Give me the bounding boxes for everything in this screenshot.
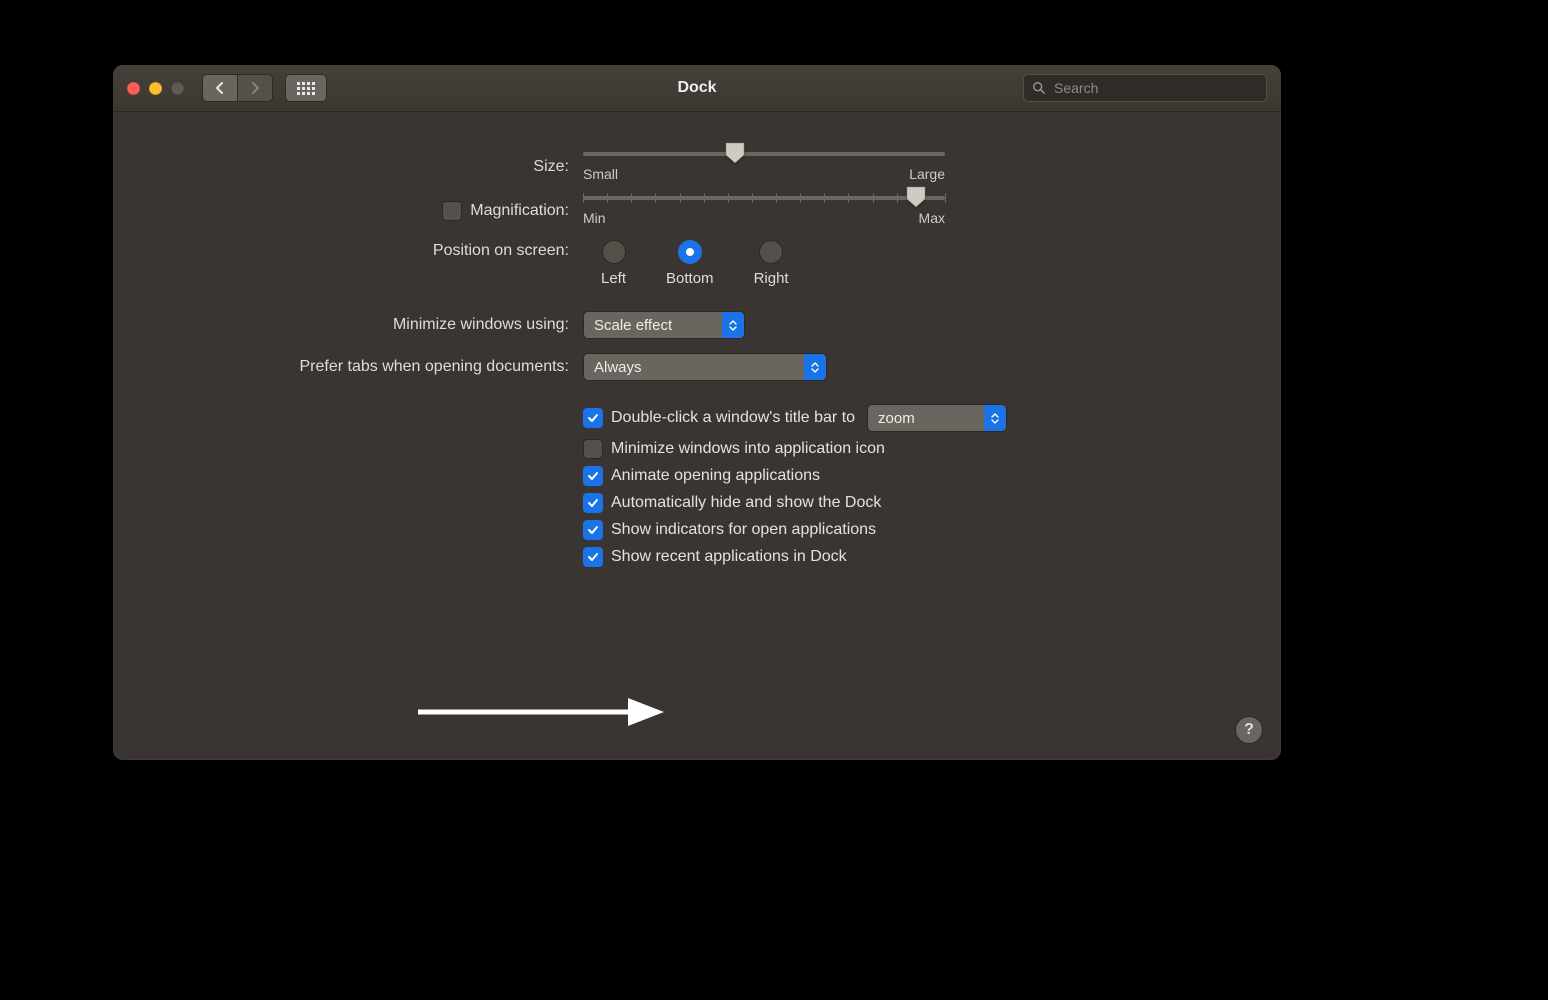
animate-row: Animate opening applications bbox=[583, 466, 1201, 486]
minimize-effect-value: Scale effect bbox=[594, 317, 672, 334]
search-field[interactable] bbox=[1023, 74, 1267, 102]
recent-checkbox[interactable] bbox=[583, 547, 603, 567]
close-window-button[interactable] bbox=[127, 82, 140, 95]
indicators-label: Show indicators for open applications bbox=[611, 521, 876, 539]
window-controls bbox=[127, 82, 184, 95]
magnification-slider-labels: Min Max bbox=[583, 210, 945, 226]
position-left-radio[interactable] bbox=[602, 240, 626, 264]
minimize-window-button[interactable] bbox=[149, 82, 162, 95]
recent-label: Show recent applications in Dock bbox=[611, 548, 847, 566]
autohide-row: Automatically hide and show the Dock bbox=[583, 493, 1201, 513]
size-max-label: Large bbox=[909, 166, 945, 182]
prefer-tabs-row: Prefer tabs when opening documents: Alwa… bbox=[193, 353, 1201, 381]
position-label: Position on screen: bbox=[193, 240, 583, 260]
double-click-action-select[interactable]: zoom bbox=[867, 404, 1007, 432]
position-row: Position on screen: Left Bottom Right bbox=[193, 240, 1201, 287]
position-left-option[interactable]: Left bbox=[601, 240, 626, 287]
recent-row: Show recent applications in Dock bbox=[583, 547, 1201, 567]
preferences-body: Size: Small Large bbox=[113, 112, 1281, 618]
help-button[interactable]: ? bbox=[1235, 716, 1263, 744]
select-stepper-icon bbox=[804, 354, 826, 380]
indicators-checkbox[interactable] bbox=[583, 520, 603, 540]
select-stepper-icon bbox=[984, 405, 1006, 431]
select-stepper-icon bbox=[722, 312, 744, 338]
minimize-into-icon-row: Minimize windows into application icon bbox=[583, 439, 1201, 459]
forward-button-disabled bbox=[238, 74, 273, 102]
minimize-into-icon-checkbox[interactable] bbox=[583, 439, 603, 459]
search-icon bbox=[1032, 81, 1046, 95]
chevron-right-icon bbox=[250, 82, 260, 94]
position-left-label: Left bbox=[601, 270, 626, 287]
size-slider-thumb[interactable] bbox=[725, 142, 745, 164]
minimize-using-row: Minimize windows using: Scale effect bbox=[193, 311, 1201, 339]
size-slider[interactable] bbox=[583, 152, 945, 156]
prefer-tabs-label: Prefer tabs when opening documents: bbox=[193, 358, 583, 376]
size-row: Size: Small Large bbox=[193, 152, 1201, 182]
magnification-slider[interactable] bbox=[583, 196, 945, 200]
magnification-checkbox[interactable] bbox=[442, 201, 462, 221]
double-click-action-value: zoom bbox=[878, 410, 915, 427]
minimize-effect-select[interactable]: Scale effect bbox=[583, 311, 745, 339]
autohide-label: Automatically hide and show the Dock bbox=[611, 494, 881, 512]
back-button[interactable] bbox=[202, 74, 238, 102]
double-click-row: Double-click a window's title bar to zoo… bbox=[583, 404, 1201, 432]
animate-checkbox[interactable] bbox=[583, 466, 603, 486]
prefer-tabs-value: Always bbox=[594, 359, 642, 376]
minimize-using-label: Minimize windows using: bbox=[193, 316, 583, 334]
position-bottom-option[interactable]: Bottom bbox=[666, 240, 714, 287]
position-right-label: Right bbox=[754, 270, 789, 287]
chevron-left-icon bbox=[215, 82, 225, 94]
titlebar: Dock bbox=[113, 65, 1281, 112]
magnification-slider-group: Min Max bbox=[583, 196, 945, 226]
annotation-arrow-icon bbox=[418, 692, 668, 732]
zoom-window-button-disabled bbox=[171, 82, 184, 95]
position-bottom-radio[interactable] bbox=[678, 240, 702, 264]
prefer-tabs-select[interactable]: Always bbox=[583, 353, 827, 381]
position-right-radio[interactable] bbox=[759, 240, 783, 264]
search-input[interactable] bbox=[1052, 79, 1258, 97]
size-slider-group: Small Large bbox=[583, 152, 945, 182]
show-all-button[interactable] bbox=[285, 74, 327, 102]
double-click-label: Double-click a window's title bar to bbox=[611, 409, 855, 427]
magnification-row: Magnification: Min Max bbox=[193, 196, 1201, 226]
grid-icon bbox=[297, 82, 315, 95]
nav-buttons bbox=[202, 74, 273, 102]
preferences-window: Dock Size: Small Large bbox=[113, 65, 1281, 760]
position-right-option[interactable]: Right bbox=[754, 240, 789, 287]
mag-max-label: Max bbox=[919, 210, 945, 226]
double-click-checkbox[interactable] bbox=[583, 408, 603, 428]
minimize-into-icon-label: Minimize windows into application icon bbox=[611, 440, 885, 458]
indicators-row: Show indicators for open applications bbox=[583, 520, 1201, 540]
mag-min-label: Min bbox=[583, 210, 606, 226]
magnification-slider-thumb[interactable] bbox=[906, 186, 926, 208]
help-icon: ? bbox=[1244, 721, 1254, 739]
size-slider-labels: Small Large bbox=[583, 166, 945, 182]
animate-label: Animate opening applications bbox=[611, 467, 820, 485]
magnification-label: Magnification: bbox=[470, 202, 569, 220]
size-label: Size: bbox=[193, 158, 583, 176]
position-radio-group: Left Bottom Right bbox=[601, 240, 789, 287]
position-bottom-label: Bottom bbox=[666, 270, 714, 287]
autohide-checkbox[interactable] bbox=[583, 493, 603, 513]
checkbox-section: Double-click a window's title bar to zoo… bbox=[193, 397, 1201, 574]
size-min-label: Small bbox=[583, 166, 618, 182]
magnification-ticks bbox=[583, 193, 945, 203]
